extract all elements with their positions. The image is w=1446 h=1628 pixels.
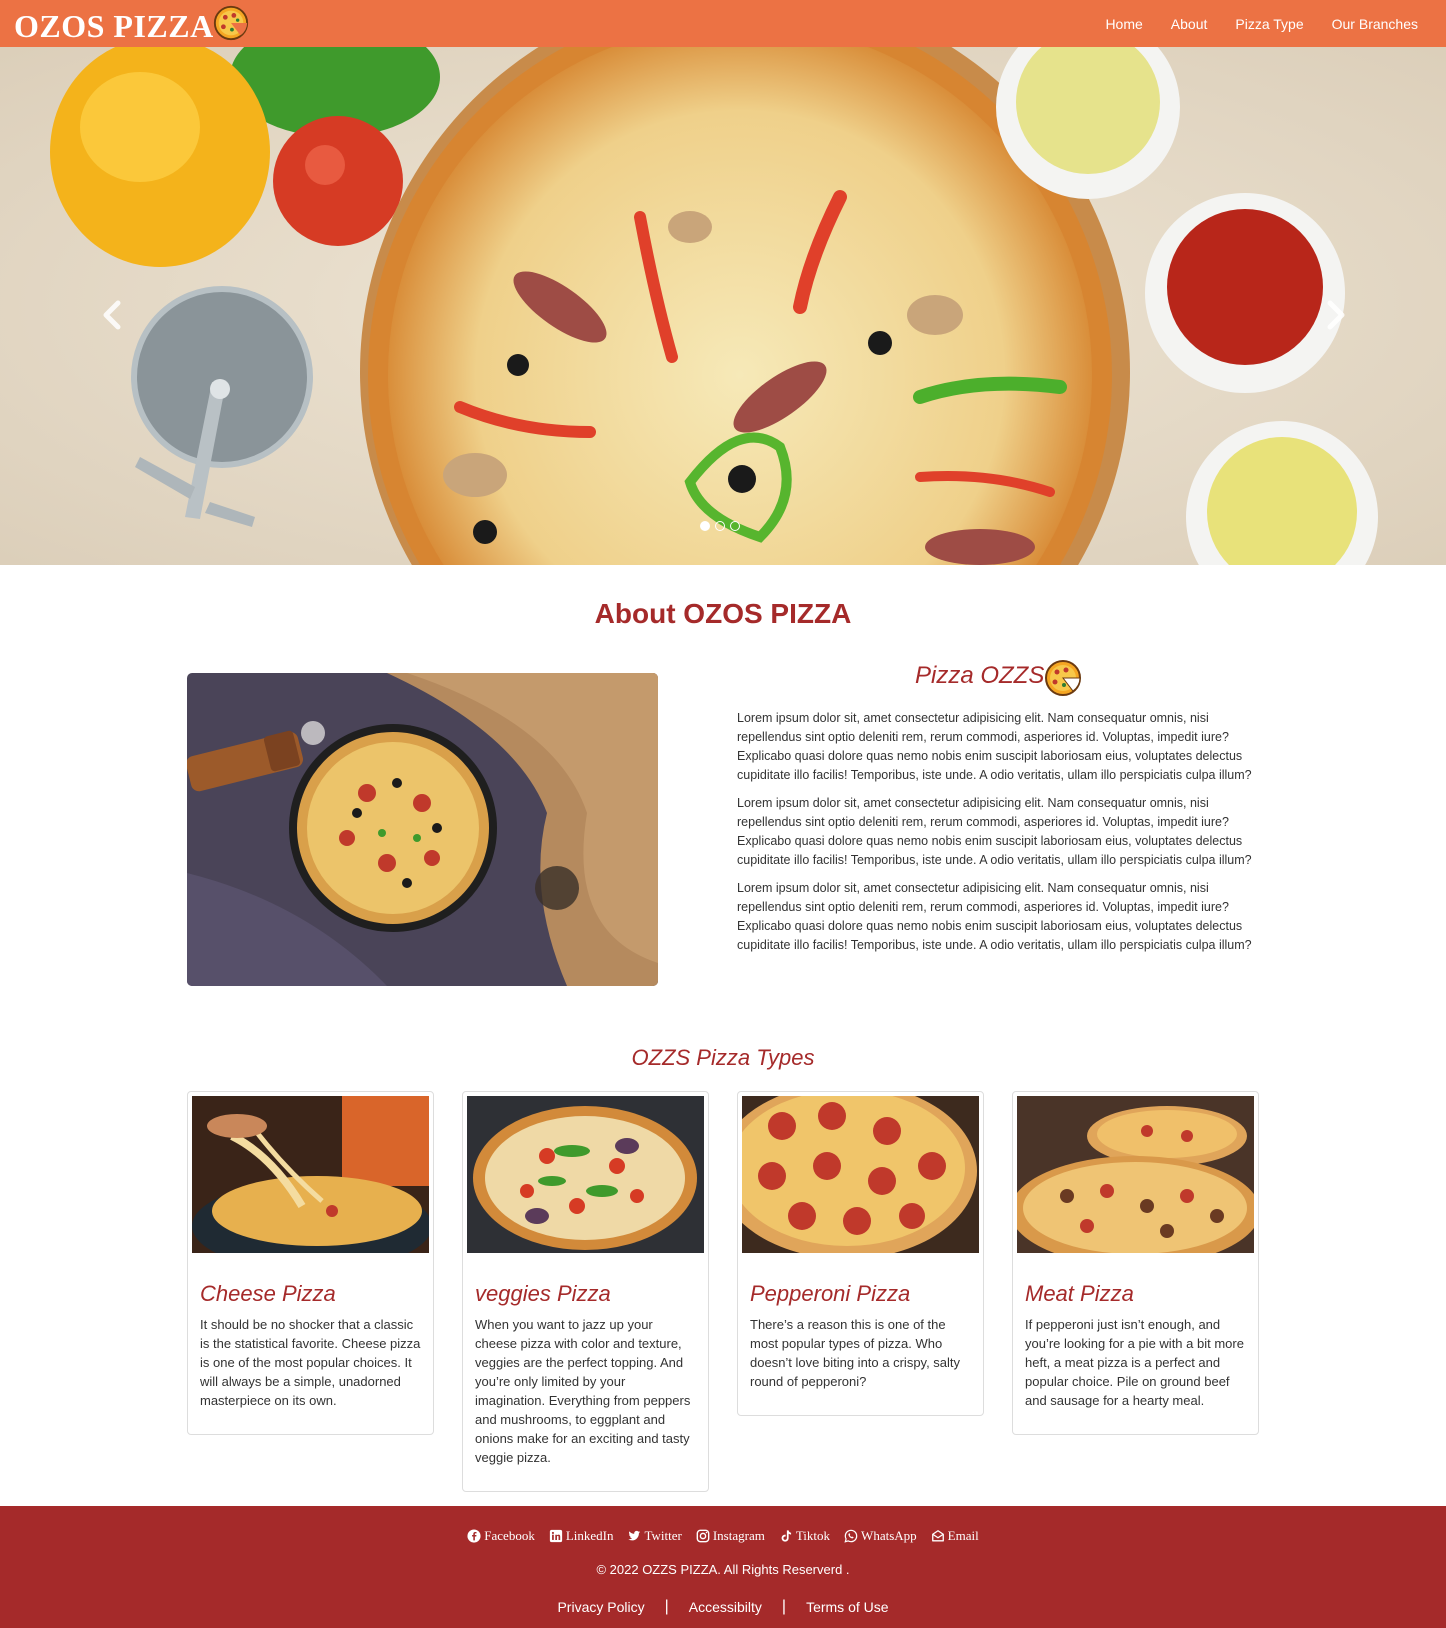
pepperoni-pizza-image xyxy=(742,1096,979,1253)
social-label: Email xyxy=(947,1528,979,1543)
social-label: Facebook xyxy=(484,1528,535,1543)
terms-of-use-link[interactable]: Terms of Use xyxy=(806,1599,888,1615)
hero-image xyxy=(0,47,1446,565)
carousel-indicators xyxy=(700,521,740,531)
pizza-icon xyxy=(213,5,249,41)
accessibility-link[interactable]: Accessibilty xyxy=(689,1599,762,1615)
cheese-pizza-image xyxy=(192,1096,429,1253)
social-linkedin[interactable]: LinkedIn xyxy=(549,1528,614,1544)
social-whatsapp[interactable]: WhatsApp xyxy=(844,1528,917,1544)
about-pizza-image xyxy=(187,673,658,986)
card-text: When you want to jazz up your cheese piz… xyxy=(475,1317,691,1465)
pizza-card-meat[interactable]: Meat Pizza If pepperoni just isn’t enoug… xyxy=(1012,1091,1259,1435)
privacy-policy-link[interactable]: Privacy Policy xyxy=(557,1599,644,1615)
social-label: Tiktok xyxy=(795,1528,831,1543)
about-subtitle: Pizza OZZS xyxy=(915,662,1045,689)
about-text: Lorem ipsum dolor sit, amet consectetur … xyxy=(737,709,1263,964)
brand-logo-text[interactable]: OZOS PIZZA xyxy=(14,8,214,44)
about-title: About OZOS PIZZA xyxy=(594,598,852,629)
nav-menu: Home About Pizza Type Our Branches xyxy=(1105,0,1446,47)
card-title: Pepperoni Pizza xyxy=(750,1281,911,1306)
social-instagram[interactable]: Instagram xyxy=(696,1528,765,1544)
legal-separator: | xyxy=(664,1598,669,1615)
nav-pizza-type[interactable]: Pizza Type xyxy=(1235,16,1303,32)
card-text: If pepperoni just isn’t enough, and you’… xyxy=(1025,1317,1244,1408)
about-paragraph: Lorem ipsum dolor sit, amet consectetur … xyxy=(737,881,1252,952)
card-title: Meat Pizza xyxy=(1025,1281,1134,1306)
card-text: It should be no shocker that a classic i… xyxy=(200,1317,421,1408)
social-email[interactable]: Email xyxy=(931,1528,979,1544)
footer: Facebook LinkedIn Twitter Instagram Tikt… xyxy=(0,1506,1446,1628)
social-links: Facebook LinkedIn Twitter Instagram Tikt… xyxy=(0,1528,1446,1544)
about-paragraph: Lorem ipsum dolor sit, amet consectetur … xyxy=(737,711,1252,782)
meat-pizza-image xyxy=(1017,1096,1254,1253)
navbar: OZOS PIZZA Home About Pizza Type Our Bra… xyxy=(0,0,1446,47)
carousel-next-icon[interactable] xyxy=(1316,295,1356,335)
pizza-types-title: OZZS Pizza Types xyxy=(631,1045,815,1070)
tiktok-icon xyxy=(781,1530,791,1542)
pizza-card-veggies[interactable]: veggies Pizza When you want to jazz up y… xyxy=(462,1091,709,1492)
carousel-indicator[interactable] xyxy=(700,521,710,531)
nav-about[interactable]: About xyxy=(1171,16,1208,32)
email-icon xyxy=(931,1530,944,1542)
carousel-prev-icon[interactable] xyxy=(92,295,132,335)
card-title: Cheese Pizza xyxy=(200,1281,336,1306)
social-tiktok[interactable]: Tiktok xyxy=(779,1528,830,1544)
social-label: WhatsApp xyxy=(861,1528,917,1543)
copyright-text: © 2022 OZZS PIZZA. All Rights Reserverd … xyxy=(596,1562,850,1577)
hero-carousel[interactable] xyxy=(0,47,1446,565)
pizza-card-cheese[interactable]: Cheese Pizza It should be no shocker tha… xyxy=(187,1091,434,1435)
social-label: Twitter xyxy=(644,1528,682,1543)
pizza-icon xyxy=(1045,660,1081,696)
social-label: LinkedIn xyxy=(565,1528,614,1543)
social-facebook[interactable]: Facebook xyxy=(467,1528,535,1544)
about-paragraph: Lorem ipsum dolor sit, amet consectetur … xyxy=(737,796,1252,867)
linkedin-icon xyxy=(549,1529,562,1543)
whatsapp-icon xyxy=(844,1529,858,1543)
carousel-indicator[interactable] xyxy=(715,521,725,531)
legal-separator: | xyxy=(781,1598,787,1615)
pizza-card-pepperoni[interactable]: Pepperoni Pizza There’s a reason this is… xyxy=(737,1091,984,1416)
social-twitter[interactable]: Twitter xyxy=(627,1528,682,1544)
nav-home[interactable]: Home xyxy=(1105,16,1142,32)
carousel-indicator[interactable] xyxy=(730,521,740,531)
nav-our-branches[interactable]: Our Branches xyxy=(1332,16,1418,32)
card-title: veggies Pizza xyxy=(475,1281,611,1306)
twitter-icon xyxy=(628,1530,641,1541)
instagram-icon xyxy=(696,1529,710,1543)
legal-links: Privacy Policy | Accessibilty | Terms of… xyxy=(0,1598,1446,1616)
facebook-icon xyxy=(467,1529,481,1543)
social-label: Instagram xyxy=(712,1528,765,1543)
veggies-pizza-image xyxy=(467,1096,704,1253)
card-text: There’s a reason this is one of the most… xyxy=(750,1317,961,1389)
